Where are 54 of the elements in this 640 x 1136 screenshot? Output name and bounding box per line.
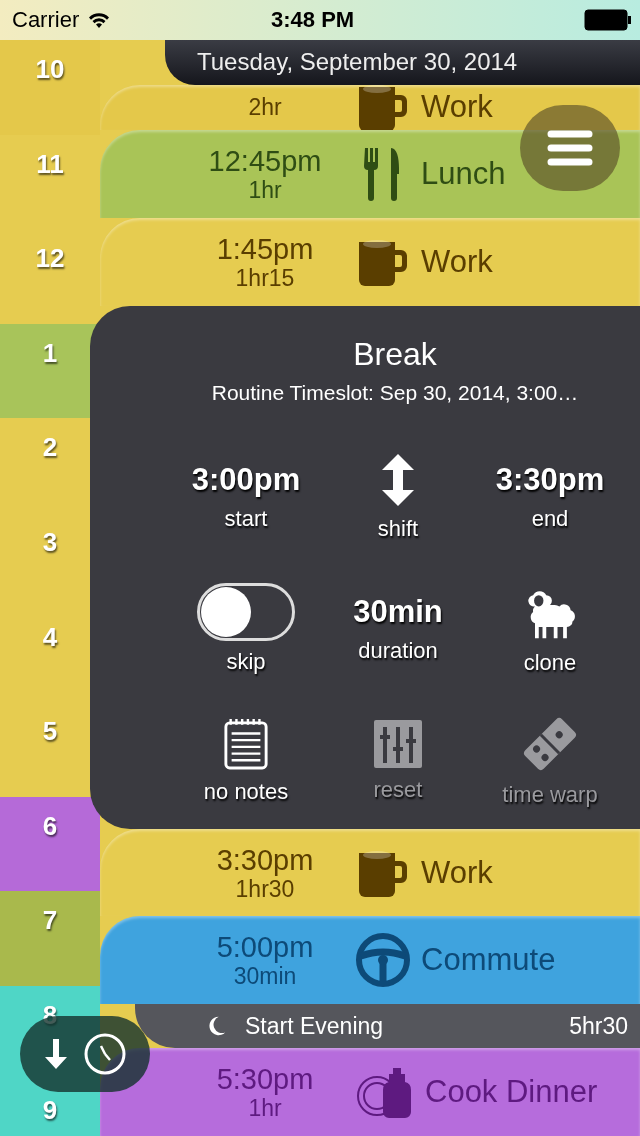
control-label: reset (373, 776, 423, 803)
down-arrow-icon (43, 1039, 69, 1069)
control-label: end (531, 505, 569, 532)
carrier-label: Carrier (12, 7, 80, 33)
menu-icon (547, 130, 593, 166)
control-label: clone (523, 649, 577, 676)
event-row[interactable]: 5:30pm 1hr Cook Dinner (100, 1048, 640, 1136)
event-duration: 1hr15 (235, 264, 295, 291)
control-label: time warp (502, 781, 598, 808)
event-duration: 1hr (248, 176, 282, 203)
status-time: 3:48 PM (270, 7, 356, 33)
event-duration: 30min (233, 963, 297, 990)
control-label: skip (226, 648, 266, 675)
wifi-icon (87, 11, 112, 29)
event-row[interactable]: 3:30pm 1hr30 Work (100, 828, 640, 917)
hour-slot: 6 (0, 796, 100, 892)
event-title: Commute (421, 942, 556, 979)
clock-icon (83, 1032, 127, 1076)
event-title: Cook Dinner (425, 1074, 598, 1111)
section-title: Start Evening (245, 1012, 385, 1040)
event-time: 12:45pm (208, 144, 322, 177)
event-row[interactable]: 2hr Work (100, 84, 640, 130)
event-duration: 1hr (248, 1095, 282, 1122)
notepad-icon[interactable] (223, 716, 269, 771)
event-title: Work (421, 89, 493, 126)
section-duration: 5hr30 (569, 1012, 628, 1040)
date-header: Tuesday, September 30, 2014 (165, 40, 640, 85)
time-value[interactable]: 3:30pm (495, 461, 605, 498)
control-label: start (224, 505, 268, 532)
event-row[interactable]: 5:00pm 30min Commute (100, 916, 640, 1005)
event-duration: 1hr30 (235, 875, 295, 902)
event-title: Work (421, 854, 493, 891)
time-value[interactable]: 3:00pm (191, 461, 301, 498)
event-duration: 2hr (248, 94, 282, 121)
event-title: Lunch (421, 155, 506, 192)
event-row[interactable]: 1:45pm 1hr15 Work (100, 217, 640, 306)
control-label: duration (358, 637, 438, 664)
hour-slot: 10 (0, 40, 100, 135)
panel-title: Break (352, 335, 438, 373)
steering-wheel-icon (355, 932, 411, 989)
panel-subtitle: Routine Timeslot: Sep 30, 2014, 3:00… (210, 380, 580, 405)
sliders-icon[interactable] (373, 718, 423, 769)
event-row[interactable]: 12:45pm 1hr Lunch (100, 129, 640, 218)
control-label: no notes (203, 778, 289, 805)
event-time: 3:30pm (216, 843, 314, 876)
time-value[interactable]: 30min (353, 593, 443, 630)
battery-icon (584, 9, 632, 31)
event-time: 5:00pm (216, 931, 314, 964)
event-title: Work (421, 243, 493, 280)
event-time: 5:30pm (216, 1063, 314, 1096)
skip-toggle[interactable] (197, 582, 295, 641)
hour-slot: 7 (0, 891, 100, 986)
event-time: 1:45pm (216, 232, 314, 265)
control-label: shift (377, 515, 419, 542)
